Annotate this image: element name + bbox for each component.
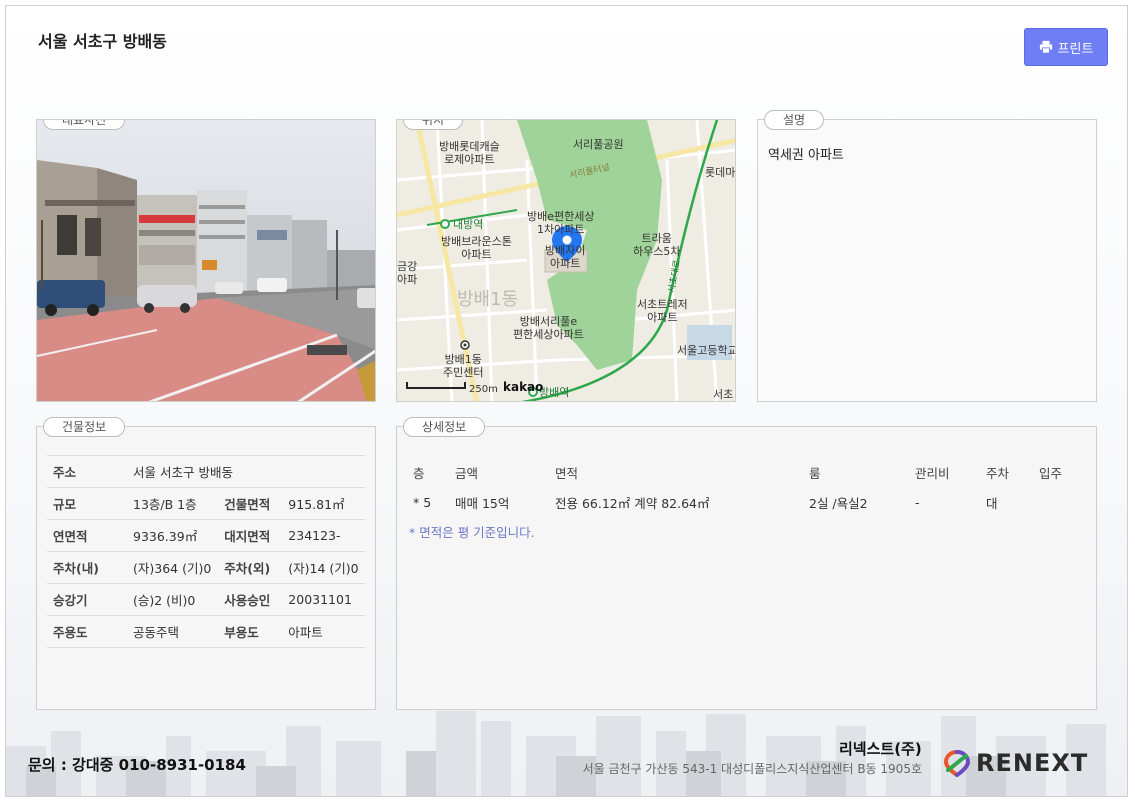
table-row[interactable]: * 5 매매 15억 전용 66.12㎡ 계약 82.64㎡ 2실 /욕실2 -… xyxy=(407,487,1087,517)
info-key: 부용도 xyxy=(218,615,283,648)
area-note: * 면적은 평 기준입니다. xyxy=(409,525,535,540)
map-label-seoul-high: 서울고등학교 xyxy=(677,344,736,357)
description-text: 역세권 아파트 xyxy=(768,148,844,163)
detail-info-table: 층 금액 면적 룸 관리비 주차 입주 * 5 매매 15억 전용 66.12㎡… xyxy=(407,457,1087,517)
column-header-move-in: 입주 xyxy=(1039,465,1063,481)
map-dong-label: 방배1동 xyxy=(457,289,519,310)
page-title: 서울 서초구 방배동 xyxy=(38,32,167,51)
detail-info-panel: 상세정보 층 금액 면적 룸 관리비 주차 입주 * 5 매매 15억 전용 6… xyxy=(396,417,1097,710)
map-label-geumgang: 금강 아파 xyxy=(397,260,418,286)
renext-logo: RENEXT xyxy=(942,748,1088,778)
renext-logo-text: RENEXT xyxy=(976,749,1089,777)
map-label-bangbae-station: 방배역 xyxy=(539,386,570,399)
building-info-panel-tab: 건물정보 xyxy=(43,417,126,437)
column-header-price: 금액 xyxy=(455,465,479,481)
info-value: 20031101 xyxy=(282,583,365,616)
column-header-fee: 관리비 xyxy=(915,465,950,481)
map-label-seorepul: 방배서리풀e 편한세상아파트 xyxy=(513,315,584,341)
print-button[interactable]: 프린트 xyxy=(1024,28,1108,66)
photo-panel: 대표사진 xyxy=(36,119,376,402)
cell-fee: - xyxy=(915,494,920,510)
cell-price: 매매 15억 xyxy=(455,495,510,511)
info-value: 915.81㎡ xyxy=(282,487,365,520)
building-info-panel: 건물정보 주소 서울 서초구 방배동 규모 13층/B 1층 건물면적 915.… xyxy=(36,417,376,710)
cell-parking: 대 xyxy=(986,495,998,511)
column-header-room: 룸 xyxy=(809,465,821,481)
cell-room: 2실 /욕실2 xyxy=(809,495,868,511)
description-panel: 설명 역세권 아파트 xyxy=(757,110,1097,402)
map-scale-label: 250m xyxy=(469,384,498,395)
info-value: (자)364 (기)0 xyxy=(127,551,219,584)
renext-logo-icon xyxy=(943,750,971,777)
table-row: 규모 13층/B 1층 건물면적 915.81㎡ xyxy=(47,487,365,520)
column-header-area: 면적 xyxy=(555,465,579,481)
print-button-label: 프린트 xyxy=(1057,40,1094,56)
table-header-row: 층 금액 면적 룸 관리비 주차 입주 xyxy=(407,457,1087,487)
map-label-lotte-mart: 롯데마 xyxy=(705,166,736,179)
info-value: (승)2 (비)0 xyxy=(127,583,219,616)
table-row: 주용도 공동주택 부용도 아파트 xyxy=(47,615,365,648)
building-info-table: 주소 서울 서초구 방배동 규모 13층/B 1층 건물면적 915.81㎡ 연… xyxy=(47,455,365,648)
detail-info-panel-tab: 상세정보 xyxy=(403,417,486,437)
map-label-seorae-park: 서리풀공원 xyxy=(573,138,624,151)
map-panel-tab: 위치 xyxy=(403,120,464,130)
info-key: 주차(내) xyxy=(47,551,127,584)
cell-area: 전용 66.12㎡ 계약 82.64㎡ xyxy=(555,495,710,511)
map-panel[interactable]: 방배1동 서리풀공원 방배롯데캐슬 로제아파트 내방역 방배브라운스톤 아파트 … xyxy=(396,119,736,402)
info-value: 234123- xyxy=(282,519,365,552)
table-row: 주차(내) (자)364 (기)0 주차(외) (자)14 (기)0 xyxy=(47,551,365,584)
printer-icon xyxy=(1039,40,1052,54)
map-label-community-center: 방배1동 주민센터 xyxy=(443,353,484,379)
map-label-lotte-castle: 방배롯데캐슬 로제아파트 xyxy=(439,140,500,166)
info-key: 규모 xyxy=(47,487,127,520)
photo-panel-tab: 대표사진 xyxy=(43,120,126,130)
info-value: 아파트 xyxy=(282,615,365,648)
building-photo xyxy=(37,120,375,401)
contact-info: 문의 : 강대중 010-8931-0184 xyxy=(28,756,246,774)
map-label-naebang-station: 내방역 xyxy=(453,218,484,231)
info-value: 서울 서초구 방배동 xyxy=(127,455,365,488)
info-key: 대지면적 xyxy=(218,519,283,552)
info-value: (자)14 (기)0 xyxy=(282,551,365,584)
map-label-target: 방배자이 아파트 xyxy=(545,244,586,270)
company-address: 서울 금천구 가산동 543-1 대성디폴리스지식산업센터 B동 1905호 xyxy=(582,762,922,776)
company-name: 리넥스트(주) xyxy=(839,740,922,758)
info-key: 주소 xyxy=(47,455,127,488)
map-label-trium: 트라움 하우스5차 xyxy=(633,232,681,258)
info-key: 주차(외) xyxy=(218,551,283,584)
map-brand-logo: kakao xyxy=(503,380,544,394)
info-value: 9336.39㎡ xyxy=(127,519,219,552)
info-value: 공동주택 xyxy=(127,615,219,648)
table-row: 승강기 (승)2 (비)0 사용승인 20031101 xyxy=(47,583,365,616)
map-label-pyeonhan-1: 방배e편한세상 1차아파트 xyxy=(527,210,595,236)
info-key: 사용승인 xyxy=(218,583,283,616)
info-key: 건물면적 xyxy=(218,487,283,520)
table-row: 연면적 9336.39㎡ 대지면적 234123- xyxy=(47,519,365,552)
info-key: 연면적 xyxy=(47,519,127,552)
cell-move-in xyxy=(1033,487,1087,517)
column-header-parking: 주차 xyxy=(986,465,1010,481)
description-panel-tab: 설명 xyxy=(764,110,825,130)
map-label-seocho: 서초 xyxy=(713,388,734,401)
info-value: 13층/B 1층 xyxy=(127,487,219,520)
column-header-floor: 층 xyxy=(413,465,425,481)
info-key: 승강기 xyxy=(47,583,127,616)
page-frame: 서울 서초구 방배동 프린트 대표사진 방배1동 서리풀공원 방배롯데캐슬 로제… xyxy=(5,5,1128,797)
map-label-seocho-treasure: 서초트레저 아파트 xyxy=(637,298,688,324)
map-label-brownstone: 방배브라운스톤 아파트 xyxy=(441,235,512,261)
table-row: 주소 서울 서초구 방배동 xyxy=(47,455,365,488)
cell-floor: * 5 xyxy=(413,494,432,510)
info-key: 주용도 xyxy=(47,615,127,648)
